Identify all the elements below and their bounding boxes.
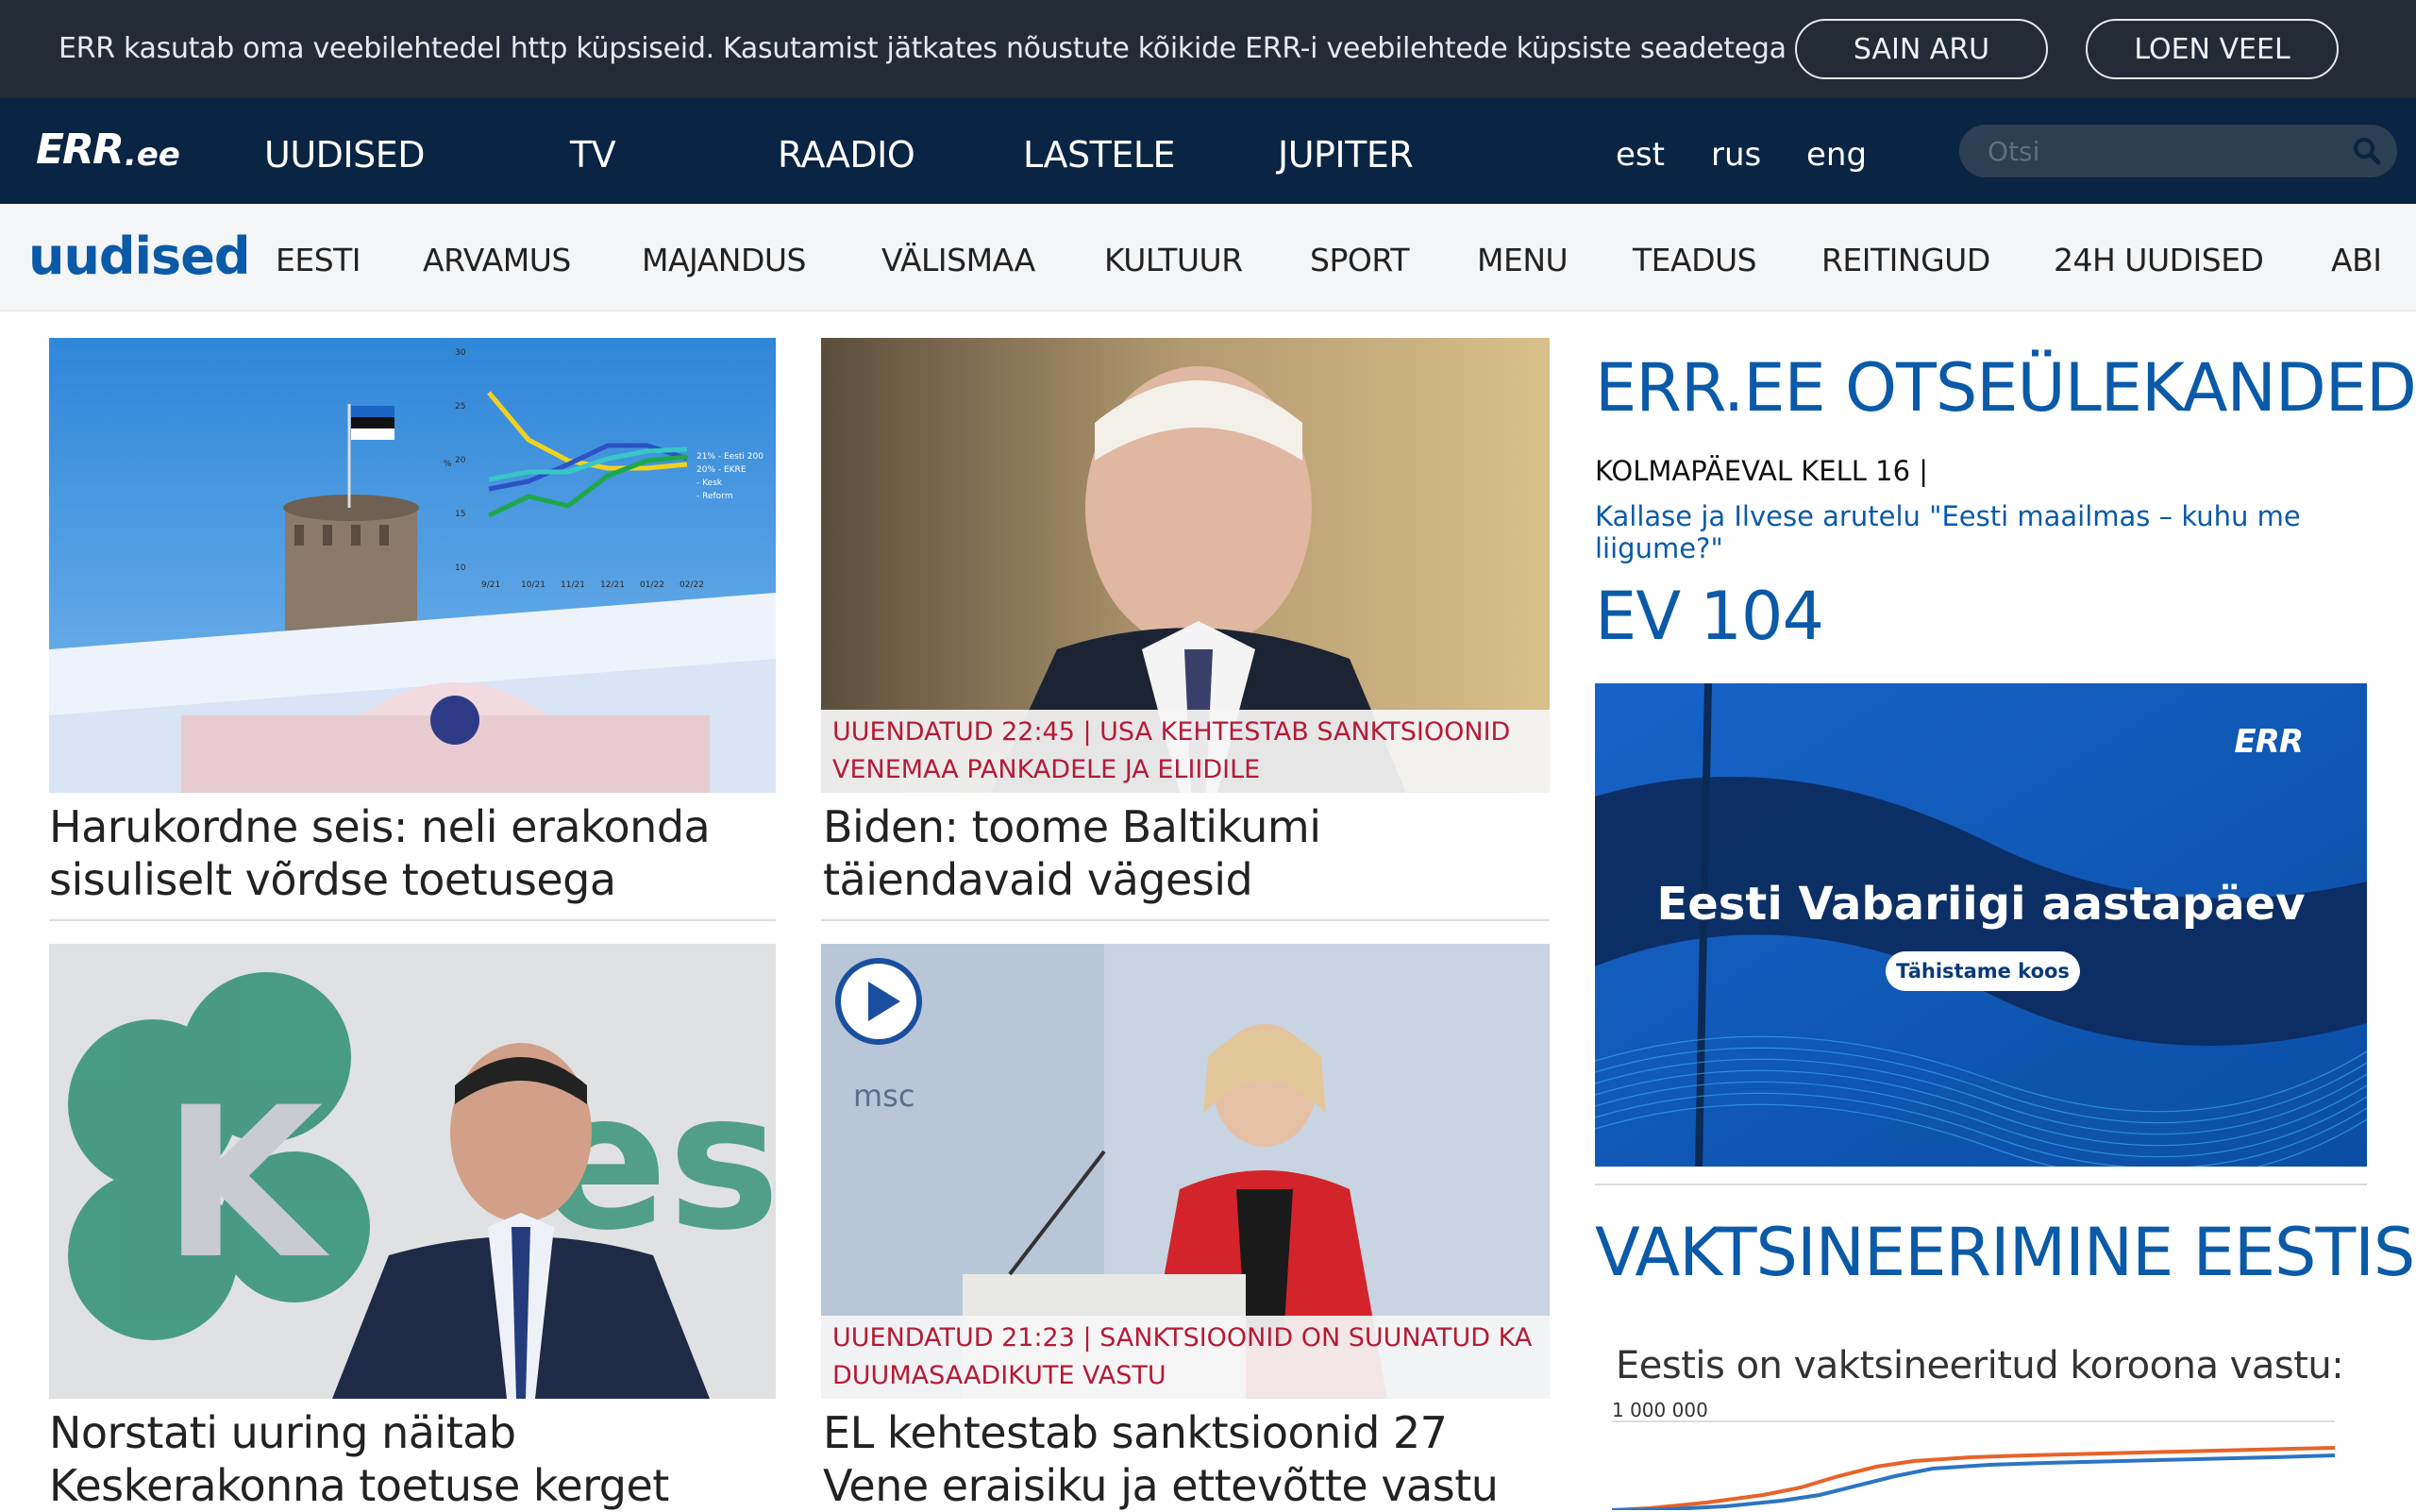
subnav-item-eesti[interactable]: EESTI: [276, 242, 361, 278]
search-input[interactable]: [1988, 134, 2337, 168]
top-navigation: ERR .ee UUDISED TV RAADIO LASTELE JUPITE…: [0, 98, 2416, 204]
chart-legend-item: - Reform: [696, 492, 732, 501]
live-event-link[interactable]: Kallase ja Ilvese arutelu "Eesti maailma…: [1595, 500, 2416, 564]
lang-eng[interactable]: eng: [1806, 136, 1867, 174]
chart-legend-item: 20% - EKRE: [696, 465, 747, 475]
svg-text:msc: msc: [853, 1078, 914, 1114]
article-image-von-der-leyen[interactable]: msc Uuendatud 21:23 | sanktsioonid on su…: [821, 944, 1550, 1399]
subnav-item-majandus[interactable]: MAJANDUS: [642, 242, 806, 278]
article-headline[interactable]: Biden: toome Baltikumi täiendavaid väges…: [823, 800, 1550, 906]
svg-text:K: K: [162, 1063, 330, 1304]
article-card[interactable]: 30 25 20 % 15 10 9/21 10/21 11/21 12/21 …: [49, 338, 776, 923]
chart-x-tick: 9/21: [481, 580, 500, 590]
subnav-item-reitingud[interactable]: REITINGUD: [1821, 242, 1990, 278]
ev-banner[interactable]: ERR Eesti Vabariigi aastapäev Tähistame …: [1595, 683, 2367, 1167]
cookie-text: ERR kasutab oma veebilehtedel http küpsi…: [59, 32, 1787, 65]
chart-y-unit: %: [444, 460, 452, 469]
topnav-item-raadio[interactable]: RAADIO: [778, 134, 915, 176]
subnav-item-24h-uudised[interactable]: 24H UUDISED: [2054, 242, 2264, 278]
lang-rus[interactable]: rus: [1711, 136, 1761, 174]
article-image-keskerakond[interactable]: K esk: [49, 944, 776, 1399]
update-strip: Uuendatud 21:23 | sanktsioonid on suunat…: [821, 1316, 1550, 1399]
update-text: Uuendatud 21:23 | sanktsioonid on suunat…: [832, 1323, 1533, 1390]
subnav-item-valismaa[interactable]: VÄLISMAA: [881, 242, 1035, 278]
chart-x-tick: 10/21: [521, 580, 545, 590]
search-icon[interactable]: [2352, 136, 2382, 166]
cookie-read-more-button[interactable]: LOEN VEEL: [2086, 19, 2339, 79]
chart-legend-item: 21% - Eesti 200: [696, 452, 763, 462]
article-headline[interactable]: Harukordne seis: neli erakonda sisulisel…: [49, 800, 776, 906]
search-box: [1959, 125, 2397, 177]
topnav-item-tv[interactable]: TV: [570, 134, 616, 176]
subnav-item-arvamus[interactable]: ARVAMUS: [423, 242, 571, 278]
cookie-accept-button[interactable]: SAIN ARU: [1795, 19, 2048, 79]
section-title[interactable]: uudised: [28, 227, 250, 286]
topnav-item-jupiter[interactable]: JUPITER: [1278, 134, 1414, 176]
chart-y-tick: 15: [455, 510, 465, 519]
subnav-item-menu[interactable]: MENU: [1477, 242, 1569, 278]
logo-suffix: .ee: [124, 136, 180, 174]
chart-y-tick: 10: [455, 563, 466, 573]
chart-y-tick: 25: [455, 402, 465, 412]
live-heading[interactable]: ERR.EE OTSEÜLEKANDED: [1595, 349, 2416, 427]
article-card[interactable]: K esk Norstati uuring näitab Keskerakonn…: [49, 944, 776, 1512]
vaccination-y-tick: 1 000 000: [1612, 1399, 1708, 1421]
subnav-item-sport[interactable]: SPORT: [1310, 242, 1410, 278]
section-navigation: uudised EESTI ARVAMUS MAJANDUS VÄLISMAA …: [0, 204, 2416, 311]
ev-banner-button[interactable]: Tähistame koos: [1886, 951, 2080, 991]
vaccination-subtitle: Eestis on vaktsineeritud koroona vastu:: [1616, 1344, 2344, 1387]
vaccination-heading[interactable]: VAKTSINEERIMINE EESTIS: [1595, 1214, 2415, 1291]
play-icon[interactable]: [834, 957, 923, 1046]
ev-banner-logo: ERR: [2234, 723, 2304, 761]
lang-est[interactable]: est: [1616, 136, 1665, 174]
update-strip: Uuendatud 22:45 | USA kehtestab sanktsio…: [821, 710, 1550, 793]
vaccination-chart: [1612, 1420, 2336, 1510]
topnav-item-uudised[interactable]: UUDISED: [264, 134, 426, 176]
err-logo[interactable]: ERR .ee: [36, 126, 180, 174]
chart-y-tick: 20: [455, 456, 466, 465]
logo-main: ERR: [36, 126, 125, 174]
article-divider: [821, 919, 1550, 921]
subnav-item-kultuur[interactable]: KULTUUR: [1104, 242, 1243, 278]
article-divider: [49, 919, 776, 921]
subnav-item-abi[interactable]: ABI: [2331, 242, 2382, 278]
chart-x-tick: 01/22: [640, 580, 664, 590]
chart-x-tick: 12/21: [600, 580, 625, 590]
article-image-biden[interactable]: Uuendatud 22:45 | USA kehtestab sanktsio…: [821, 338, 1550, 793]
topnav-item-lastele[interactable]: LASTELE: [1023, 134, 1176, 176]
sidebar-divider: [1595, 1184, 2367, 1185]
article-headline[interactable]: EL kehtestab sanktsioonid 27 Vene eraisi…: [823, 1406, 1550, 1512]
chart-x-tick: 02/22: [680, 580, 704, 590]
update-text: Uuendatud 22:45 | USA kehtestab sanktsio…: [832, 717, 1511, 784]
article-card[interactable]: Uuendatud 22:45 | USA kehtestab sanktsio…: [821, 338, 1550, 923]
ev-heading[interactable]: EV 104: [1595, 578, 1824, 655]
chart-x-tick: 11/21: [561, 580, 585, 590]
ev-banner-title: Eesti Vabariigi aastapäev: [1656, 878, 2306, 931]
article-image-toompea[interactable]: 30 25 20 % 15 10 9/21 10/21 11/21 12/21 …: [49, 338, 776, 793]
chart-legend-item: - Kesk: [696, 479, 723, 488]
live-time: KOLMAPÄEVAL KELL 16 |: [1595, 455, 1929, 487]
subnav-item-teadus[interactable]: TEADUS: [1633, 242, 1757, 278]
cookie-banner: ERR kasutab oma veebilehtedel http küpsi…: [0, 0, 2416, 98]
chart-y-tick: 30: [455, 348, 466, 358]
article-card[interactable]: msc Uuendatud 21:23 | sanktsioonid on su…: [821, 944, 1550, 1512]
article-headline[interactable]: Norstati uuring näitab Keskerakonna toet…: [49, 1406, 776, 1512]
